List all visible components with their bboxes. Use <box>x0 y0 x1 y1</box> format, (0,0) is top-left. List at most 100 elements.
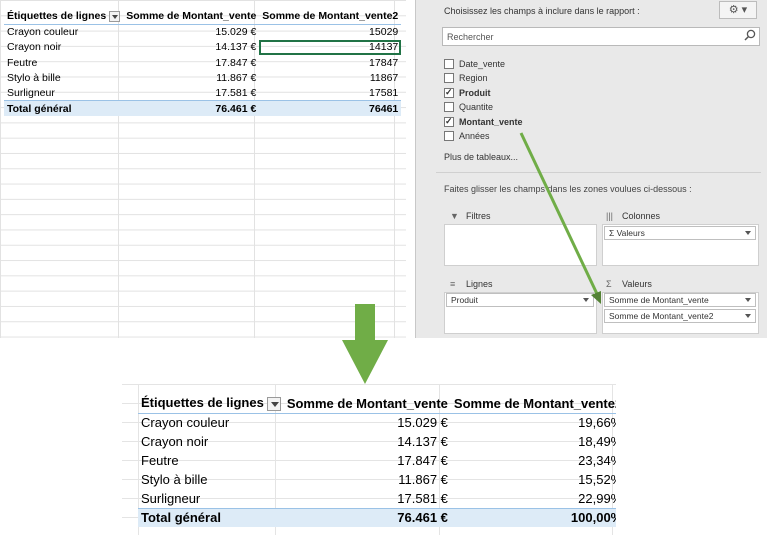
chevron-down-icon[interactable] <box>745 298 751 302</box>
bottom-spreadsheet: Étiquettes de lignes Somme de Montant_ve… <box>122 384 616 535</box>
filters-drop-zone[interactable] <box>444 224 597 266</box>
row-label[interactable]: Surligneur <box>138 489 284 508</box>
total-value[interactable]: 100,00% <box>450 507 616 527</box>
row-label[interactable]: Crayon couleur <box>138 413 284 432</box>
row-label[interactable]: Surligneur <box>4 85 123 100</box>
chevron-down-icon[interactable] <box>583 298 589 302</box>
column-header[interactable]: Somme de Montant_vente2 <box>450 394 616 414</box>
row-label[interactable]: Crayon noir <box>138 432 284 451</box>
cell-value[interactable]: 17.847 € <box>284 451 451 470</box>
cell-value[interactable]: 17.581 € <box>123 85 259 100</box>
values-pill-montant-vente[interactable]: Somme de Montant_vente <box>604 293 756 307</box>
cell-value[interactable]: 22,99% <box>451 489 616 508</box>
total-label[interactable]: Total général <box>4 100 124 117</box>
cell-value[interactable]: 11.867 € <box>123 70 259 85</box>
total-row[interactable]: Total général 76.461 € 76461 <box>4 100 402 117</box>
column-header[interactable]: Somme de Montant_vente2 <box>259 9 402 25</box>
checkbox[interactable] <box>444 130 454 141</box>
row-label[interactable]: Stylo à bille <box>4 70 123 85</box>
cell-value[interactable]: 15.029 € <box>284 413 451 432</box>
pivot-header-row: Étiquettes de lignes Somme de Montant_ve… <box>138 394 616 414</box>
rows-zone-label: ≡ Lignes <box>450 279 493 289</box>
rows-pill-produit[interactable]: Produit <box>446 293 594 307</box>
columns-zone-label: ||| Colonnes <box>606 211 661 221</box>
row-labels-header[interactable]: Étiquettes de lignes <box>4 9 124 25</box>
row-label[interactable]: Stylo à bille <box>138 470 284 489</box>
search-input[interactable]: Rechercher <box>442 27 760 46</box>
checkbox[interactable] <box>444 72 454 83</box>
field-item-quantite[interactable]: Quantite <box>444 101 493 113</box>
checkbox-checked[interactable] <box>444 86 454 98</box>
down-arrow-icon <box>342 304 388 384</box>
total-value[interactable]: 76.461 € <box>283 507 451 527</box>
filter-dropdown-icon[interactable] <box>109 11 121 23</box>
cell-value[interactable]: 15,52% <box>451 470 616 489</box>
cell-value[interactable]: 23,34% <box>451 451 616 470</box>
cell-value[interactable]: 11867 <box>259 70 401 85</box>
column-header[interactable]: Somme de Montant_vente <box>283 394 451 414</box>
field-label: Quantite <box>459 102 494 112</box>
column-header[interactable]: Somme de Montant_vente <box>123 9 260 25</box>
table-row[interactable]: Crayon couleur 15.029 € 19,66% <box>138 413 616 432</box>
field-label: Date_vente <box>459 59 506 69</box>
row-labels-header[interactable]: Étiquettes de lignes <box>138 394 284 414</box>
selected-cell[interactable]: 14137 <box>259 39 402 55</box>
columns-icon: ||| <box>606 211 614 221</box>
table-row[interactable]: Stylo à bille 11.867 € 15,52% <box>138 470 616 489</box>
rows-icon: ≡ <box>450 279 456 289</box>
cell-value[interactable]: 11.867 € <box>284 470 451 489</box>
cell-value[interactable]: 14.137 € <box>123 40 259 55</box>
more-tables-link[interactable]: Plus de tableaux... <box>444 152 518 162</box>
cell-value[interactable]: 15.029 € <box>123 24 259 39</box>
table-row[interactable]: Feutre 17.847 € 23,34% <box>138 451 616 470</box>
row-label[interactable]: Crayon couleur <box>4 24 123 39</box>
cell-value[interactable]: 17.847 € <box>123 55 259 70</box>
gear-icon[interactable]: ⚙ ▾ <box>719 1 757 19</box>
top-spreadsheet: Étiquettes de lignes Somme de Montant_ve… <box>0 0 406 338</box>
field-item-region[interactable]: Region <box>444 72 488 84</box>
table-row[interactable]: Stylo à bille 11.867 € 11867 <box>4 70 401 85</box>
sigma-icon: Σ <box>606 279 612 289</box>
search-icon[interactable] <box>744 29 756 41</box>
cell-value[interactable]: 19,66% <box>451 413 616 432</box>
table-row[interactable]: Feutre 17.847 € 17847 <box>4 55 401 70</box>
field-item-produit[interactable]: Produit <box>444 86 491 99</box>
checkbox[interactable] <box>444 101 454 112</box>
cell-value[interactable]: 18,49% <box>451 432 616 451</box>
values-pill-montant-vente2[interactable]: Somme de Montant_vente2 <box>604 309 756 323</box>
cell-value[interactable]: 15029 <box>259 24 401 39</box>
row-label[interactable]: Crayon noir <box>4 40 123 55</box>
checkbox[interactable] <box>444 58 454 69</box>
checkbox-checked[interactable] <box>444 115 454 127</box>
row-label[interactable]: Feutre <box>4 55 123 70</box>
table-row[interactable]: Crayon couleur 15.029 € 15029 <box>4 24 401 39</box>
columns-pill-valeurs[interactable]: Σ Valeurs <box>604 226 756 240</box>
table-row[interactable]: Surligneur 17.581 € 22,99% <box>138 489 616 508</box>
cell-value[interactable]: 17847 <box>259 55 401 70</box>
cell-value[interactable]: 17581 <box>259 85 401 100</box>
cell-value[interactable]: 14.137 € <box>284 432 451 451</box>
field-item-montant-vente[interactable]: Montant_vente <box>444 115 523 128</box>
table-row[interactable]: Surligneur 17.581 € 17581 <box>4 85 401 100</box>
cell-value[interactable]: 17.581 € <box>284 489 451 508</box>
field-item-annees[interactable]: Années <box>444 130 490 142</box>
chevron-down-icon[interactable] <box>745 314 751 318</box>
table-row[interactable]: Crayon noir 14.137 € 18,49% <box>138 432 616 451</box>
total-row[interactable]: Total général 76.461 € 100,00% <box>138 507 616 527</box>
row-label[interactable]: Feutre <box>138 451 284 470</box>
filters-zone-label: ▼ Filtres <box>450 211 491 221</box>
table-row[interactable]: Crayon noir 14.137 € 14137 <box>4 39 402 55</box>
chevron-down-icon[interactable] <box>745 231 751 235</box>
total-label[interactable]: Total général <box>138 507 284 527</box>
total-value[interactable]: 76.461 € <box>123 100 260 117</box>
values-zone-label: Σ Valeurs <box>606 279 652 289</box>
choose-fields-label: Choisissez les champs à inclure dans le … <box>444 6 640 16</box>
bottom-pivot-table: Étiquettes de lignes Somme de Montant_ve… <box>138 394 616 527</box>
filter-dropdown-icon[interactable] <box>266 397 281 412</box>
field-label: Années <box>459 131 490 141</box>
field-item-date-vente[interactable]: Date_vente <box>444 58 505 70</box>
total-value[interactable]: 76461 <box>259 100 402 117</box>
field-label: Montant_vente <box>459 117 523 127</box>
sigma-icon: Σ <box>609 228 617 238</box>
field-label: Region <box>459 73 488 83</box>
